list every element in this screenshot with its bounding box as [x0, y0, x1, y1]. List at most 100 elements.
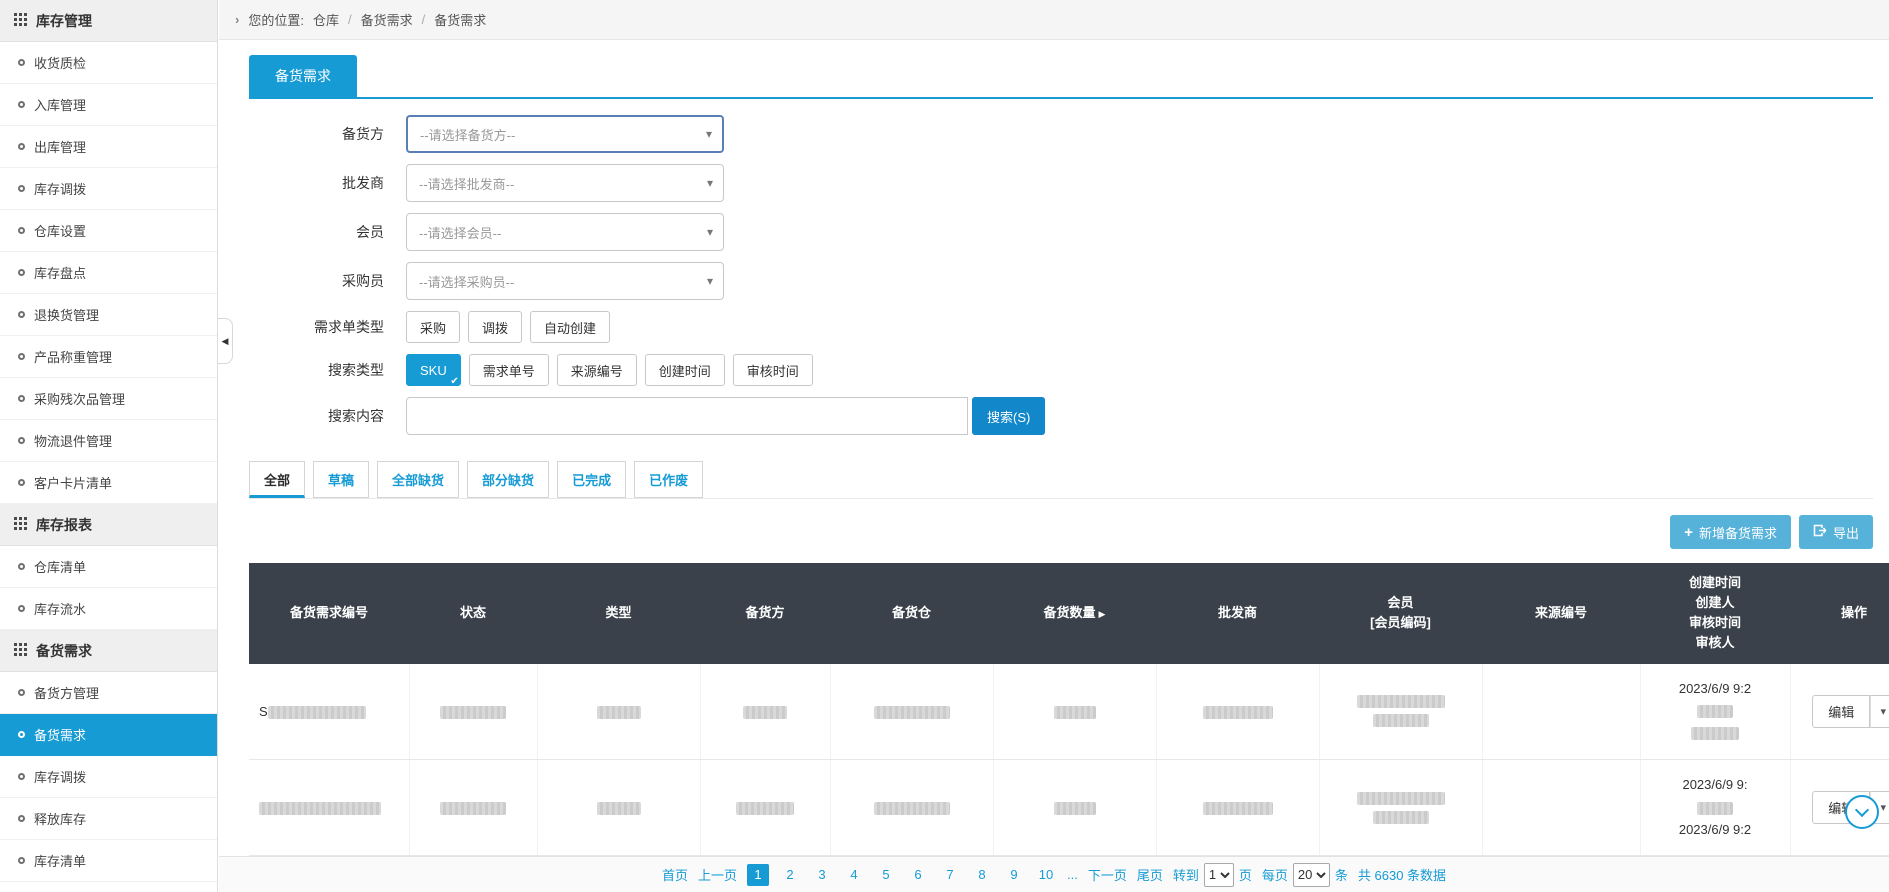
demand-type-transfer-button[interactable]: 调拨: [468, 311, 523, 343]
breadcrumb-item-warehouse[interactable]: 仓库: [313, 10, 339, 29]
bullet-icon: [18, 605, 25, 612]
pagination-first[interactable]: 首页: [662, 865, 688, 884]
sidebar-item-label: 库存盘点: [34, 266, 87, 281]
sidebar-item-release-stock[interactable]: 释放库存: [0, 798, 217, 840]
sidebar-item-customer-card-list[interactable]: 客户卡片清单: [0, 462, 217, 504]
buyer-select[interactable]: --请选择采购员-- ▾: [406, 262, 724, 300]
breadcrumb-separator: /: [421, 12, 426, 27]
search-type-sku-button[interactable]: SKU ✔: [406, 354, 461, 387]
search-type-audit-time-button[interactable]: 审核时间: [732, 354, 813, 386]
sidebar-item-stocktaking[interactable]: 库存盘点: [0, 252, 217, 294]
demand-type-purchase-button[interactable]: 采购: [406, 311, 461, 343]
cell-warehouse: [830, 663, 994, 761]
sidebar-item-stock-list[interactable]: 库存清单: [0, 840, 217, 882]
status-tab-voided[interactable]: 已作废: [634, 461, 704, 498]
sidebar-item-stock-flow[interactable]: 库存流水: [0, 588, 217, 630]
pagination-page-10[interactable]: 10: [1035, 864, 1057, 886]
pagination-page-4[interactable]: 4: [843, 864, 865, 886]
col-supplier: 备货方: [700, 563, 830, 664]
search-type-created-time-button[interactable]: 创建时间: [644, 354, 725, 386]
redacted-text: [1372, 714, 1429, 728]
sidebar-item-product-weighing[interactable]: 产品称重管理: [0, 336, 217, 378]
search-input[interactable]: [406, 397, 968, 435]
export-button[interactable]: 导出: [1798, 515, 1873, 549]
pagination-goto-select[interactable]: 1: [1203, 862, 1234, 887]
sidebar-item-logistics-returns[interactable]: 物流退件管理: [0, 420, 217, 462]
sidebar-item-stock-transfer[interactable]: 库存调拨: [0, 168, 217, 210]
search-button[interactable]: 搜索(S): [972, 397, 1046, 435]
sidebar-item-label: 入库管理: [34, 98, 87, 113]
pagination-page-9[interactable]: 9: [1003, 864, 1025, 886]
status-tab-draft[interactable]: 草稿: [313, 461, 370, 498]
cell-supplier: [700, 759, 831, 857]
pagination-page-1[interactable]: 1: [746, 863, 769, 886]
pagination-per-page-select[interactable]: 20: [1292, 862, 1330, 887]
wholesaler-select[interactable]: --请选择批发商-- ▾: [406, 164, 724, 202]
search-type-source-no-button[interactable]: 来源编号: [556, 354, 637, 386]
sidebar-item-inbound-mgmt[interactable]: 入库管理: [0, 84, 217, 126]
pagination-total: 共 6630 条数据: [1357, 868, 1447, 883]
sidebar-item-returns-mgmt[interactable]: 退换货管理: [0, 294, 217, 336]
search-type-demand-no-button[interactable]: 需求单号: [468, 354, 549, 386]
chevron-down-icon: [1854, 802, 1870, 817]
chevron-down-icon: ▾: [706, 225, 713, 239]
redacted-text: [1202, 802, 1273, 816]
pagination-next[interactable]: 下一页: [1088, 865, 1127, 884]
status-tab-partial-oos[interactable]: 部分缺货: [467, 461, 550, 498]
sort-icon[interactable]: ▶: [1099, 609, 1106, 619]
pagination-page-7[interactable]: 7: [939, 864, 961, 886]
demand-type-auto-create-button[interactable]: 自动创建: [530, 311, 611, 343]
supplier-select-value: --请选择备货方--: [420, 127, 516, 143]
sidebar-item-purchase-defectives[interactable]: 采购残次品管理: [0, 378, 217, 420]
redacted-text: [1697, 801, 1733, 815]
status-tab-completed[interactable]: 已完成: [557, 461, 627, 498]
sidebar-section-inventory-mgmt[interactable]: 库存管理: [0, 0, 217, 42]
edit-dropdown-button[interactable]: ▾: [1870, 694, 1889, 728]
status-tab-all-oos[interactable]: 全部缺货: [377, 461, 460, 498]
sidebar-item-warehouse-list[interactable]: 仓库清单: [0, 546, 217, 588]
scroll-down-button[interactable]: [1845, 795, 1879, 829]
sidebar-collapse-button[interactable]: ◀: [218, 318, 233, 364]
breadcrumb-prefix: 您的位置:: [248, 13, 304, 28]
grid-icon: [14, 642, 27, 659]
sidebar-item-outbound-mgmt[interactable]: 出库管理: [0, 126, 217, 168]
sidebar-item-warehouse-settings[interactable]: 仓库设置: [0, 210, 217, 252]
pagination-page-5[interactable]: 5: [875, 864, 897, 886]
sidebar-section-inventory-reports[interactable]: 库存报表: [0, 504, 217, 546]
buyer-select-value: --请选择采购员--: [419, 274, 515, 290]
sidebar-item-stock-transfer-2[interactable]: 库存调拨: [0, 756, 217, 798]
pagination-prev[interactable]: 上一页: [698, 865, 737, 884]
results-table: 备货需求编号 状态 类型 备货方 备货仓 备货数量 ▶ 批发商 会员 [会员编码]…: [249, 563, 1889, 857]
sidebar-item-supplier-mgmt[interactable]: 备货方管理: [0, 672, 217, 714]
add-stocking-demand-button[interactable]: + 新增备货需求: [1670, 515, 1791, 549]
cell-warehouse: [830, 759, 994, 857]
redacted-text: [259, 802, 381, 816]
tab-stocking-demand[interactable]: 备货需求: [249, 55, 357, 97]
bullet-icon: [18, 59, 25, 66]
breadcrumb-item-stocking-demand[interactable]: 备货需求: [361, 10, 413, 29]
sidebar-section-title: 库存管理: [36, 12, 92, 29]
pagination-page-6[interactable]: 6: [907, 864, 929, 886]
col-wholesaler: 批发商: [1156, 563, 1319, 664]
status-tab-all[interactable]: 全部: [249, 461, 306, 498]
bullet-icon: [18, 185, 25, 192]
cell-wholesaler: [1156, 663, 1320, 761]
pagination-page-2[interactable]: 2: [779, 864, 801, 886]
sidebar-section-title: 备货需求: [36, 642, 92, 659]
edit-button[interactable]: 编辑: [1812, 694, 1871, 728]
supplier-select[interactable]: --请选择备货方-- ▾: [406, 115, 724, 153]
redacted-text: [873, 802, 950, 816]
pagination-last[interactable]: 尾页: [1137, 865, 1163, 884]
redacted-text: [596, 705, 641, 719]
sidebar-item-label: 产品称重管理: [34, 350, 113, 365]
breadcrumb-item-current: 备货需求: [434, 13, 487, 28]
sidebar-item-receiving-qc[interactable]: 收货质检: [0, 42, 217, 84]
pagination-page-8[interactable]: 8: [971, 864, 993, 886]
pagination-bar: 首页 上一页 1 2 3 4 5 6 7 8 9 10 ... 下一页 尾页 转…: [219, 856, 1889, 892]
member-select[interactable]: --请选择会员-- ▾: [406, 213, 724, 251]
col-member: 会员 [会员编码]: [1319, 563, 1482, 664]
sidebar-section-stocking-demand[interactable]: 备货需求: [0, 630, 217, 672]
pagination-page-3[interactable]: 3: [811, 864, 833, 886]
sidebar-item-stocking-demand[interactable]: 备货需求: [0, 714, 217, 756]
chevron-down-icon: ▾: [705, 127, 712, 141]
